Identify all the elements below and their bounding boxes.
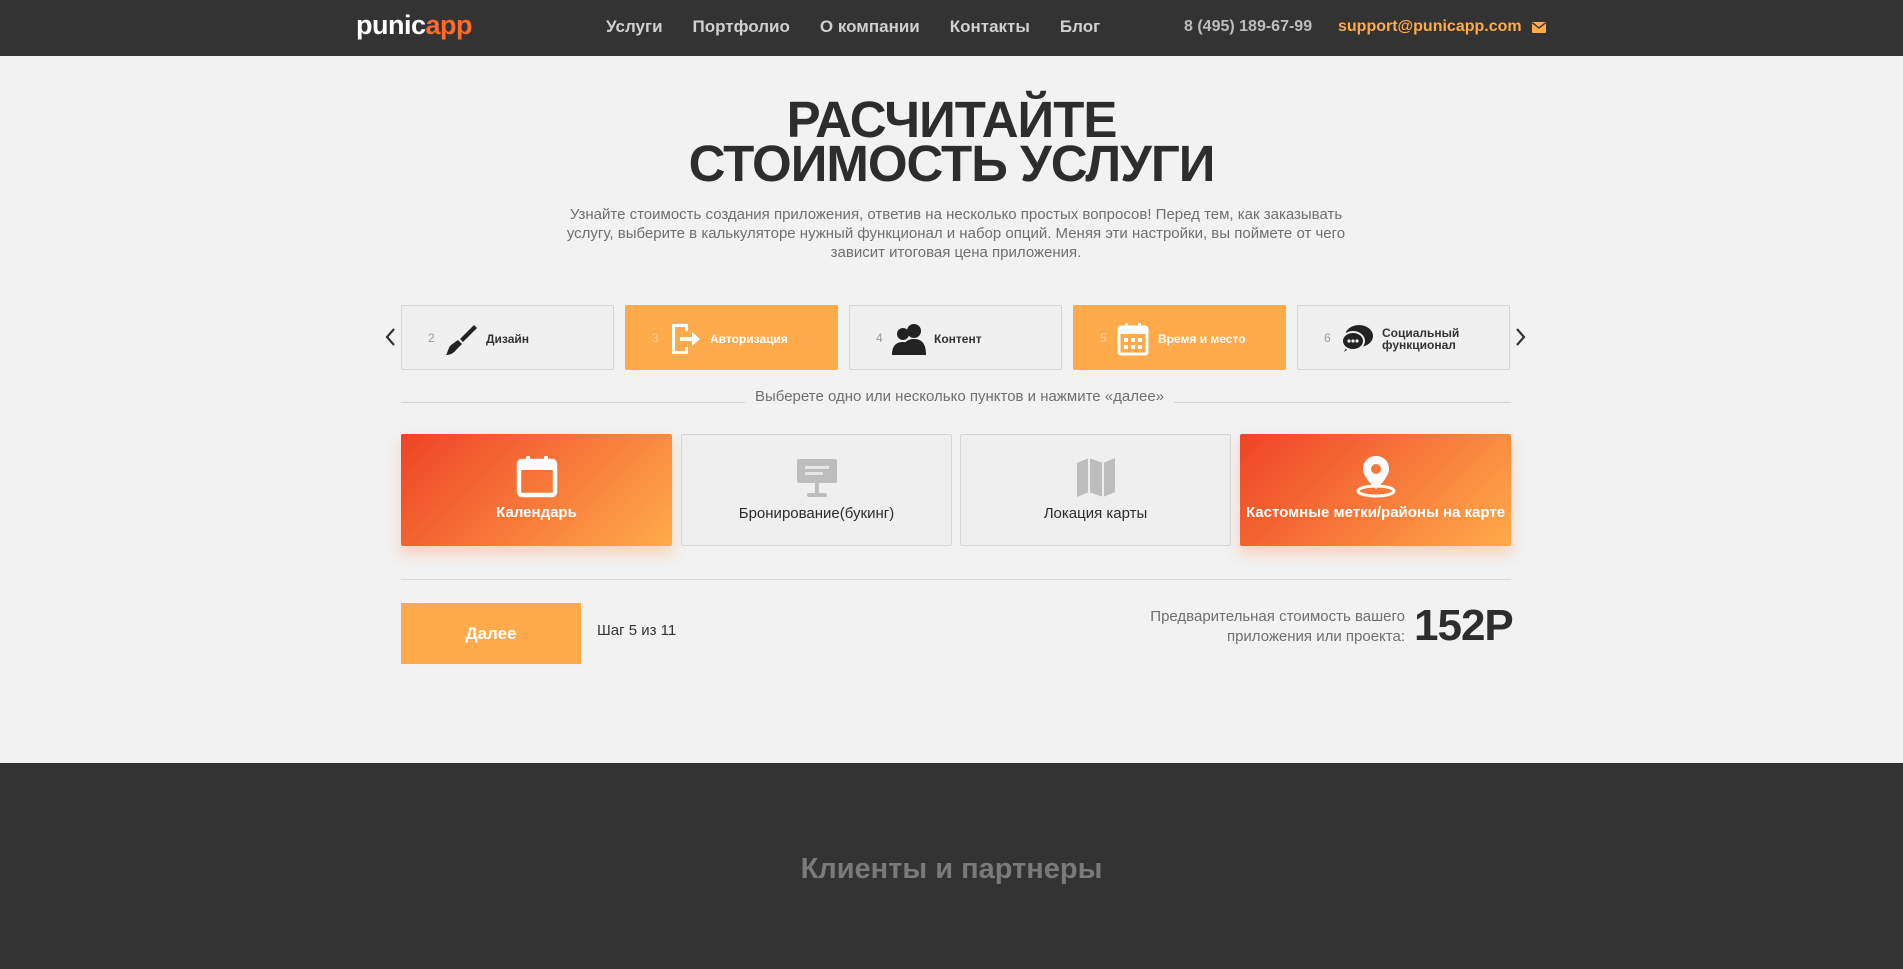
- page-title: РАСЧИТАЙТЕ СТОИМОСТЬ УСЛУГИ: [688, 91, 1216, 192]
- next-button[interactable]: Далее: [401, 603, 581, 664]
- calendar-icon: [1117, 323, 1149, 356]
- logo[interactable]: punicapp: [356, 10, 473, 41]
- price-label: Предварительная стоимость вашего приложе…: [1150, 608, 1405, 645]
- nav-link-services[interactable]: Услуги: [606, 17, 663, 37]
- option-map-location[interactable]: Локация карты: [960, 434, 1231, 546]
- option-booking[interactable]: Бронирование(букинг): [681, 434, 952, 546]
- step-counter: Шаг 5 из 11: [597, 622, 677, 639]
- map-icon: [1076, 458, 1115, 497]
- site-header: punicapp Услуги Портфолио О компании Кон…: [0, 0, 1903, 56]
- price-value: 152Р: [1414, 601, 1514, 650]
- brush-icon: [446, 325, 477, 355]
- users-icon: [892, 324, 926, 355]
- section-divider: [401, 579, 1511, 580]
- booking-icon: [796, 459, 837, 497]
- step-time-place[interactable]: 5 Время и место: [1073, 305, 1286, 370]
- main-nav: Услуги Портфолио О компании Контакты Бло…: [606, 17, 1130, 37]
- map-pin-icon: [1356, 456, 1395, 498]
- carousel-next-arrow[interactable]: [1513, 326, 1529, 348]
- step-design[interactable]: 2 Дизайн: [401, 305, 614, 370]
- mail-icon[interactable]: [1532, 22, 1546, 33]
- carousel-prev-arrow[interactable]: [382, 326, 398, 348]
- nav-link-blog[interactable]: Блог: [1060, 17, 1100, 37]
- option-custom-map-markers[interactable]: Кастомные метки/районы на карте: [1240, 434, 1511, 546]
- step-content[interactable]: 4 Контент: [849, 305, 1062, 370]
- calendar-icon: [516, 456, 557, 498]
- nav-link-portfolio[interactable]: Портфолио: [693, 17, 790, 37]
- page-subtitle: Узнайте стоимость создания приложения, о…: [566, 206, 1346, 261]
- step-authorization[interactable]: 3 Авторизация: [625, 305, 838, 370]
- support-email[interactable]: support@punicapp.com: [1338, 18, 1522, 36]
- sign-in-icon: [672, 324, 700, 354]
- hint-text: Выберете одно или несколько пунктов и на…: [745, 388, 1175, 405]
- chat-icon: [1341, 325, 1373, 352]
- nav-link-about[interactable]: О компании: [820, 17, 920, 37]
- clients-section: Клиенты и партнеры: [0, 763, 1903, 969]
- step-social[interactable]: 6 Социальный функционал: [1297, 305, 1510, 370]
- option-calendar[interactable]: Календарь: [401, 434, 672, 546]
- nav-link-contacts[interactable]: Контакты: [950, 17, 1030, 37]
- clients-title: Клиенты и партнеры: [800, 853, 1103, 885]
- phone-number[interactable]: 8 (495) 189-67-99: [1184, 18, 1312, 36]
